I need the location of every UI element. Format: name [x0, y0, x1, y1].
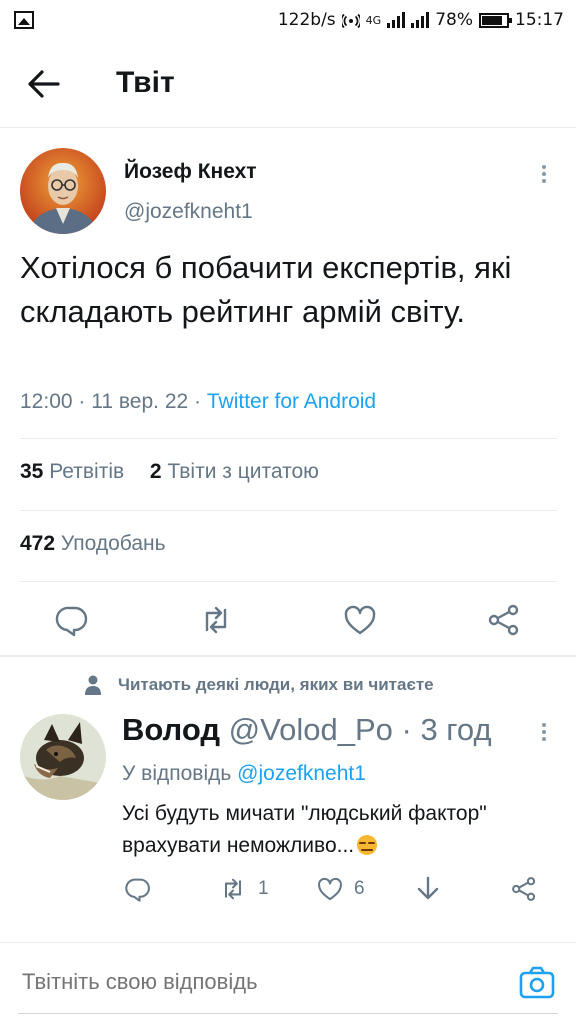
reply-share-button[interactable] [510, 874, 538, 904]
social-context-text: Читають деякі люди, яких ви читаєте [118, 675, 434, 694]
quotes-count[interactable]: 2 [150, 460, 162, 483]
camera-icon [519, 966, 555, 999]
retweet-icon [224, 878, 242, 900]
tweet-time: 12:00 [20, 390, 73, 413]
app-bar: Твіт [0, 40, 576, 128]
reply-avatar-image [20, 714, 106, 800]
unamused-face-icon [354, 834, 380, 856]
reply-like-count: 6 [354, 878, 365, 899]
replying-to-handle[interactable]: @jozefkneht1 [237, 762, 366, 785]
like-button[interactable] [342, 602, 378, 638]
share-button[interactable] [486, 602, 522, 638]
reply-time: 3 год [420, 712, 492, 747]
section-divider [0, 655, 576, 657]
divider [20, 438, 557, 439]
replying-to: У відповідь @jozefkneht1 [122, 762, 366, 786]
replying-prefix: У відповідь [122, 762, 232, 785]
person-icon [85, 675, 101, 695]
reply-retweet-button[interactable]: 1 [218, 874, 269, 904]
reply-retweet-count: 1 [258, 878, 269, 899]
social-context: Читають деякі люди, яких ви читаєте [84, 675, 434, 695]
divider [20, 581, 557, 582]
reply-icon [55, 606, 88, 637]
reply-reply-button[interactable] [124, 874, 152, 904]
author-handle[interactable]: @jozefkneht1 [124, 200, 253, 224]
tweet-source-link[interactable]: Twitter for Android [207, 390, 376, 413]
likes-label[interactable]: Уподобань [61, 532, 166, 555]
signal-icon [387, 12, 406, 28]
likes-stats: 472 Уподобань [20, 532, 166, 556]
reply-input[interactable] [22, 969, 462, 995]
network-type: 4G [365, 13, 382, 27]
reply-like-button[interactable]: 6 [316, 874, 365, 904]
reply-text-body: Усі будуть мичати "людський фактор" врах… [122, 802, 487, 857]
image-notification-icon [14, 11, 34, 29]
reply-compose-bar [0, 942, 576, 1024]
author-avatar[interactable] [20, 148, 106, 234]
tweet-actions [0, 596, 576, 646]
reply-author-avatar[interactable] [20, 714, 106, 800]
signal-icon-2 [411, 12, 430, 28]
retweet-icon [205, 606, 227, 634]
reply-more-button[interactable] [536, 720, 552, 744]
divider [20, 510, 557, 511]
reply-actions: 1 6 [0, 872, 576, 908]
hotspot-icon [341, 13, 360, 29]
clock: 15:17 [515, 10, 564, 30]
reply-button[interactable] [54, 602, 90, 638]
author-name[interactable]: Йозеф Кнехт [124, 160, 257, 184]
tweet-meta: 12:00 · 11 вер. 22 · Twitter for Android [20, 390, 377, 413]
reply-text: Усі будуть мичати "людський фактор" врах… [122, 798, 562, 862]
heart-icon [318, 877, 342, 901]
likes-count[interactable]: 472 [20, 532, 55, 555]
retweet-button[interactable] [198, 602, 234, 638]
retweets-label[interactable]: Ретвітів [49, 460, 124, 483]
share-icon [512, 877, 536, 901]
reply-author-handle[interactable]: @Volod_Po [229, 712, 393, 747]
retweets-count[interactable]: 35 [20, 460, 43, 483]
input-underline [18, 1013, 558, 1014]
retweet-stats: 35 Ретвітів 2 Твіти з цитатою [20, 460, 319, 484]
reply-save-button[interactable] [414, 874, 442, 904]
tweet-text: Хотілося б побачити експертів, які склад… [20, 250, 512, 329]
tweet-more-button[interactable] [536, 162, 552, 186]
reply-author-name[interactable]: Волод [122, 712, 220, 747]
battery-icon [479, 12, 512, 28]
reply-header: Волод @Volod_Po · 3 год [122, 712, 492, 747]
quotes-label[interactable]: Твіти з цитатою [167, 460, 319, 483]
back-button[interactable] [24, 66, 64, 102]
author-avatar-image [20, 148, 106, 234]
page-title: Твіт [116, 66, 175, 99]
heart-icon [344, 605, 376, 635]
arrow-left-icon [28, 70, 60, 98]
network-speed: 122b/s [277, 10, 336, 30]
tweet-date: 11 вер. 22 [91, 390, 189, 413]
status-bar: 122b/s 4G 78% 15:17 [0, 0, 576, 40]
camera-button[interactable] [518, 965, 556, 1001]
arrow-down-icon [417, 876, 439, 900]
share-icon [488, 604, 519, 636]
reply-icon [125, 878, 150, 902]
battery-percent: 78% [435, 10, 473, 30]
